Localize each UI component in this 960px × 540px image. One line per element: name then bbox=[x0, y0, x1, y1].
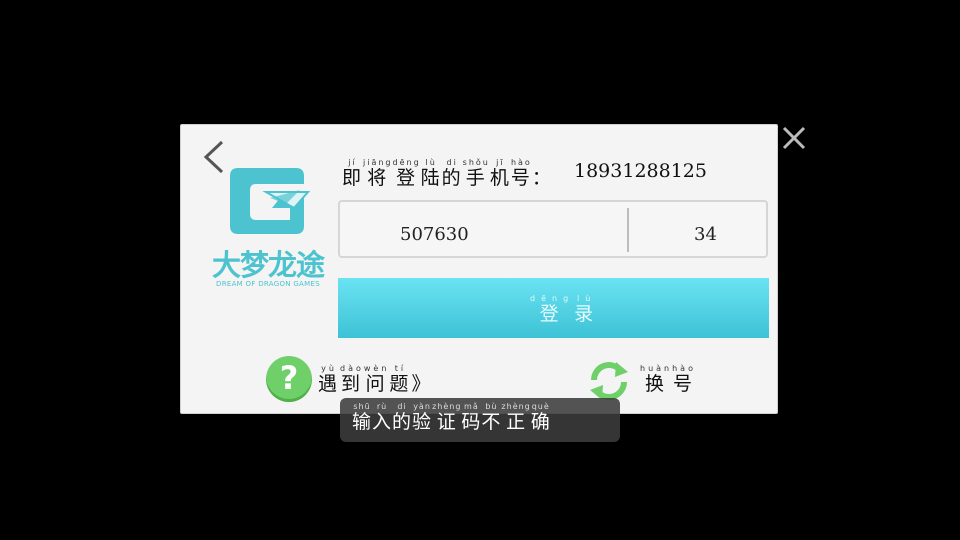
pinyin: yàn bbox=[412, 402, 433, 411]
ruby-char: 入rù bbox=[372, 402, 393, 433]
pinyin: zhèng bbox=[501, 402, 531, 411]
ruby-char: 机jī bbox=[489, 158, 511, 189]
switch-number-link[interactable]: 换huàn号hào bbox=[640, 364, 696, 394]
countdown-value[interactable]: 34 bbox=[694, 224, 717, 245]
pinyin bbox=[532, 158, 553, 167]
help-link[interactable]: 遇yù到dào问wèn题tí》 bbox=[318, 364, 433, 394]
pinyin: rù bbox=[372, 402, 393, 411]
brand-logo: 大梦龙途 DREAM OF DRAGON GAMES bbox=[204, 162, 332, 292]
ruby-char: 》 bbox=[411, 373, 433, 395]
ruby-char: 题tí bbox=[389, 364, 412, 395]
pinyin bbox=[411, 364, 433, 373]
ruby-char: 将jiāng bbox=[363, 158, 393, 189]
logo-title: 大梦龙途 bbox=[211, 248, 325, 282]
close-icon[interactable] bbox=[780, 124, 808, 152]
ruby-char: 问wèn bbox=[363, 364, 390, 395]
verification-code-field[interactable]: 507630 34 bbox=[338, 200, 768, 258]
pinyin: dēng bbox=[392, 158, 421, 167]
ruby-char: 换huàn bbox=[640, 364, 673, 395]
pinyin: jī bbox=[489, 158, 511, 167]
verification-code-value: 507630 bbox=[400, 224, 469, 245]
ruby-char: 的di bbox=[392, 402, 413, 433]
question-glyph: ? bbox=[279, 359, 299, 397]
pinyin: tí bbox=[389, 364, 412, 373]
pinyin: di bbox=[441, 158, 463, 167]
ruby-char: 登dēng bbox=[392, 158, 421, 189]
pinyin: dào bbox=[340, 364, 364, 373]
ruby-char: 号hào bbox=[510, 158, 532, 189]
ruby-char: 即jí bbox=[342, 158, 364, 189]
input-divider bbox=[627, 208, 629, 252]
pinyin: hào bbox=[672, 364, 696, 373]
ruby-char: 录lù bbox=[574, 294, 600, 325]
pinyin: yù bbox=[318, 364, 340, 373]
phone-label: 即jí将jiāng登dēng陆lù的di手shǒu机jī号hào： bbox=[342, 158, 553, 188]
ruby-char: 验yàn bbox=[412, 402, 433, 433]
ruby-char: 遇yù bbox=[318, 364, 341, 395]
ruby-char: 到dào bbox=[340, 364, 364, 395]
ruby-char: 码mǎ bbox=[461, 402, 482, 433]
pinyin: wèn bbox=[363, 364, 390, 373]
login-button-label[interactable]: 登dēng录lù bbox=[530, 294, 599, 324]
pinyin: lù bbox=[420, 158, 442, 167]
ruby-char: 登dēng bbox=[530, 294, 575, 325]
ruby-char: 陆lù bbox=[420, 158, 442, 189]
pinyin: zhèng bbox=[432, 402, 462, 411]
ruby-char: 正zhèng bbox=[501, 402, 531, 433]
ruby-char: 证zhèng bbox=[432, 402, 462, 433]
pinyin: jí bbox=[342, 158, 364, 167]
pinyin: shǒu bbox=[462, 158, 490, 167]
pinyin: bù bbox=[481, 402, 502, 411]
pinyin: shū bbox=[352, 402, 372, 411]
ruby-char: 号hào bbox=[672, 364, 696, 395]
pinyin: lù bbox=[574, 294, 600, 303]
pinyin: què bbox=[530, 402, 551, 411]
pinyin: hào bbox=[510, 158, 532, 167]
pinyin: mǎ bbox=[461, 402, 482, 411]
toast-text: 输shū入rù的di验yàn证zhèng码mǎ不bù正zhèng确què bbox=[352, 402, 551, 432]
logo-subtitle: DREAM OF DRAGON GAMES bbox=[216, 280, 320, 288]
pinyin: dēng bbox=[530, 294, 575, 303]
pinyin: jiāng bbox=[363, 158, 393, 167]
pinyin: huàn bbox=[640, 364, 673, 373]
logo-mark-icon bbox=[230, 168, 311, 234]
ruby-char: 手shǒu bbox=[462, 158, 490, 189]
ruby-char: ： bbox=[532, 167, 553, 189]
ruby-char: 不bù bbox=[481, 402, 502, 433]
ruby-char: 的di bbox=[441, 158, 463, 189]
pinyin: di bbox=[392, 402, 413, 411]
phone-number: 18931288125 bbox=[574, 160, 707, 182]
ruby-char: 输shū bbox=[352, 402, 373, 433]
question-icon[interactable]: ? bbox=[266, 356, 312, 402]
ruby-char: 确què bbox=[530, 402, 551, 433]
